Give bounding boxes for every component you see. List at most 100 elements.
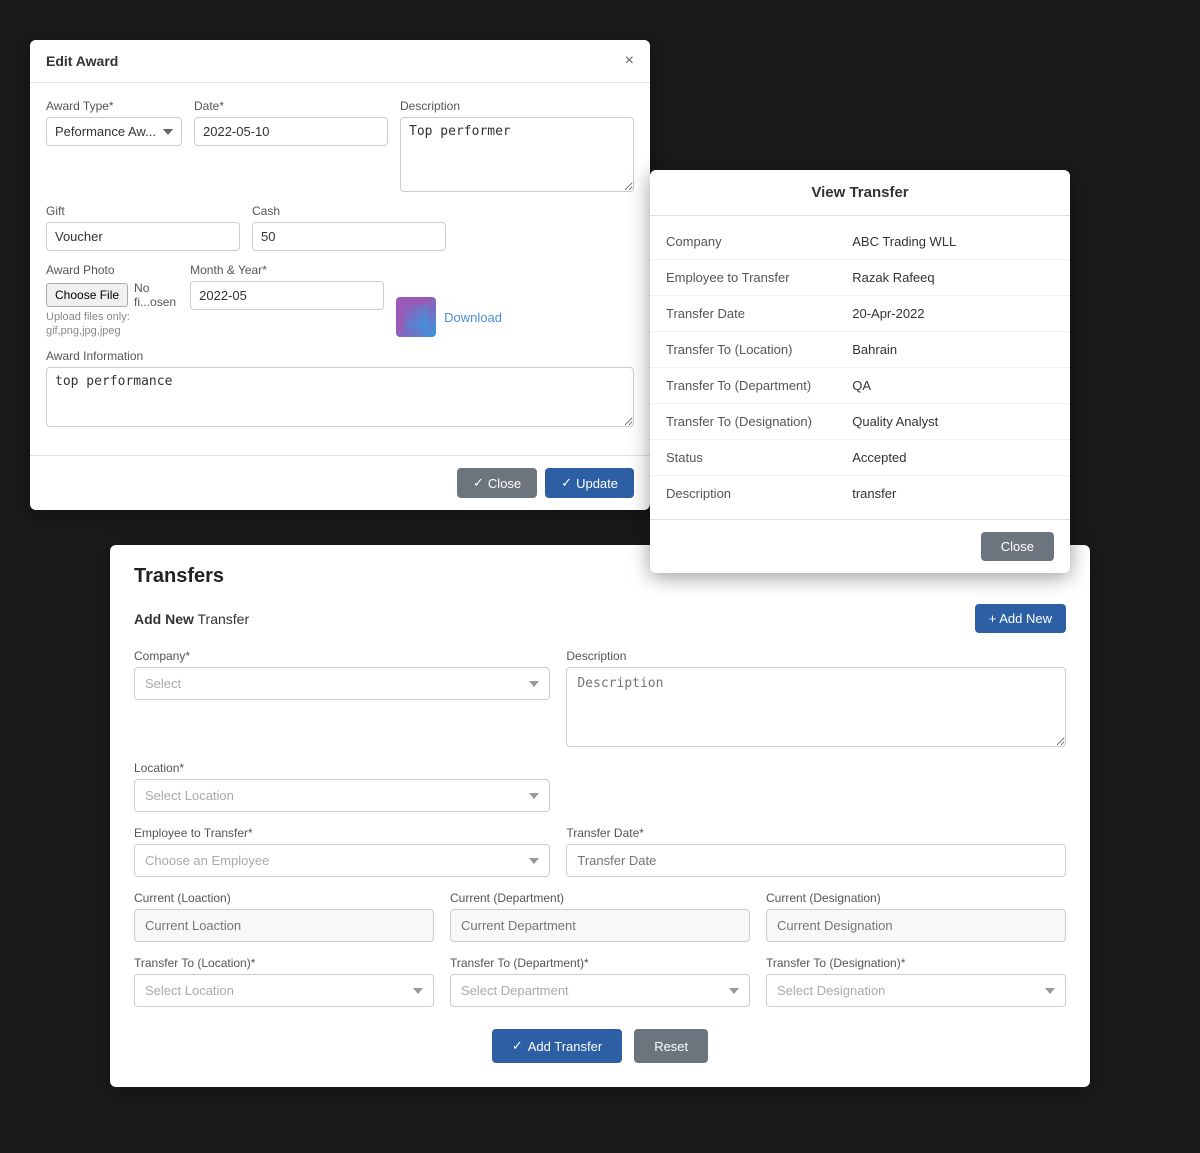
image-preview-group: Download	[396, 263, 634, 337]
view-transfer-header: View Transfer	[650, 170, 1070, 216]
upload-hint2: gif,png,jpg,jpeg	[46, 325, 178, 337]
award-desc-textarea[interactable]: Top performer	[400, 117, 634, 192]
tf-to-designation-select[interactable]: Select Designation	[766, 974, 1066, 1007]
vt-row-description: Description transfer	[650, 476, 1070, 511]
vt-value-description: transfer	[852, 486, 1054, 501]
tf-transfer-date-label: Transfer Date*	[566, 826, 1066, 840]
close-view-transfer-button[interactable]: Close	[981, 532, 1054, 561]
tf-location-label: Location*	[134, 761, 550, 775]
spacer-group	[458, 204, 634, 251]
add-new-bold: Add New	[134, 611, 194, 627]
tf-transfer-date-group: Transfer Date*	[566, 826, 1066, 877]
vt-value-designation: Quality Analyst	[852, 414, 1054, 429]
edit-award-header: Edit Award ×	[30, 40, 650, 83]
tf-employee-label: Employee to Transfer*	[134, 826, 550, 840]
update-button[interactable]: ✓ Update	[545, 468, 634, 498]
edit-award-body: Award Type* Peformance Aw... Date* Descr…	[30, 83, 650, 455]
month-year-input[interactable]	[190, 281, 384, 310]
vt-value-status: Accepted	[852, 450, 1054, 465]
vt-value-location: Bahrain	[852, 342, 1054, 357]
award-desc-label: Description	[400, 99, 634, 113]
gift-label: Gift	[46, 204, 240, 218]
vt-row-location: Transfer To (Location) Bahrain	[650, 332, 1070, 368]
award-info-textarea[interactable]: top performance	[46, 367, 634, 427]
vt-label-status: Status	[666, 450, 852, 465]
tf-company-group: Company* Select	[134, 649, 550, 747]
tf-row-transfer-to: Transfer To (Location)* Select Location …	[134, 956, 1066, 1007]
choose-file-button[interactable]: Choose File	[46, 283, 128, 307]
tf-to-location-label: Transfer To (Location)*	[134, 956, 434, 970]
award-info-label: Award Information	[46, 349, 634, 363]
add-transfer-label: Add Transfer	[528, 1039, 602, 1054]
tf-current-location-group: Current (Loaction)	[134, 891, 434, 942]
update-checkmark-icon: ✓	[561, 475, 572, 491]
award-description-group: Description Top performer	[400, 99, 634, 192]
award-row-1: Award Type* Peformance Aw... Date* Descr…	[46, 99, 634, 192]
vt-label-employee: Employee to Transfer	[666, 270, 852, 285]
add-new-header: Add New Transfer + Add New	[134, 604, 1066, 633]
tf-current-designation-input	[766, 909, 1066, 942]
vt-value-employee: Razak Rafeeq	[852, 270, 1054, 285]
tf-row-location-spacer	[566, 761, 1066, 812]
download-link[interactable]: Download	[444, 310, 502, 325]
tf-row-current: Current (Loaction) Current (Department) …	[134, 891, 1066, 942]
tf-description-textarea[interactable]	[566, 667, 1066, 747]
award-photo-label: Award Photo	[46, 263, 178, 277]
tf-row-employee-date: Employee to Transfer* Choose an Employee…	[134, 826, 1066, 877]
tf-to-designation-group: Transfer To (Designation)* Select Design…	[766, 956, 1066, 1007]
vt-row-employee: Employee to Transfer Razak Rafeeq	[650, 260, 1070, 296]
file-name-label: No fi...osen	[134, 281, 178, 309]
transfers-form: Company* Select Description Location* Se…	[134, 649, 1066, 1063]
cash-input[interactable]	[252, 222, 446, 251]
tf-location-select[interactable]: Select Location	[134, 779, 550, 812]
view-transfer-footer: Close	[650, 519, 1070, 573]
tf-to-designation-label: Transfer To (Designation)*	[766, 956, 1066, 970]
tf-company-select[interactable]: Select	[134, 667, 550, 700]
tf-current-designation-label: Current (Designation)	[766, 891, 1066, 905]
vt-row-department: Transfer To (Department) QA	[650, 368, 1070, 404]
reset-button[interactable]: Reset	[634, 1029, 708, 1063]
award-date-input[interactable]	[194, 117, 388, 146]
tf-current-department-label: Current (Department)	[450, 891, 750, 905]
tf-to-location-select[interactable]: Select Location	[134, 974, 434, 1007]
tf-transfer-date-input[interactable]	[566, 844, 1066, 877]
tf-row-company-desc: Company* Select Description	[134, 649, 1066, 747]
close-checkmark-icon: ✓	[473, 475, 484, 491]
form-actions: Add Transfer Reset	[134, 1029, 1066, 1063]
award-row-3: Award Photo Choose File No fi...osen Upl…	[46, 263, 634, 337]
file-input-wrapper: Choose File No fi...osen	[46, 281, 178, 309]
edit-award-modal: Edit Award × Award Type* Peformance Aw..…	[30, 40, 650, 510]
tf-employee-select[interactable]: Choose an Employee	[134, 844, 550, 877]
tf-employee-group: Employee to Transfer* Choose an Employee	[134, 826, 550, 877]
vt-label-location: Transfer To (Location)	[666, 342, 852, 357]
month-year-label: Month & Year*	[190, 263, 384, 277]
award-type-select[interactable]: Peformance Aw...	[46, 117, 182, 146]
vt-label-department: Transfer To (Department)	[666, 378, 852, 393]
tf-company-label: Company*	[134, 649, 550, 663]
tf-to-department-group: Transfer To (Department)* Select Departm…	[450, 956, 750, 1007]
vt-value-company: ABC Trading WLL	[852, 234, 1054, 249]
edit-award-footer: ✓ Close ✓ Update	[30, 455, 650, 510]
tf-current-location-label: Current (Loaction)	[134, 891, 434, 905]
add-new-label: Add New Transfer	[134, 611, 249, 627]
tf-current-department-group: Current (Department)	[450, 891, 750, 942]
add-transfer-button[interactable]: Add Transfer	[492, 1029, 622, 1063]
add-transfer-check-icon	[512, 1038, 523, 1054]
close-modal-button[interactable]: ✓ Close	[457, 468, 537, 498]
award-type-group: Award Type* Peformance Aw...	[46, 99, 182, 192]
award-image-preview	[396, 297, 436, 337]
cash-label: Cash	[252, 204, 446, 218]
edit-award-close-icon[interactable]: ×	[625, 52, 634, 70]
vt-row-designation: Transfer To (Designation) Quality Analys…	[650, 404, 1070, 440]
tf-current-department-input	[450, 909, 750, 942]
add-new-button[interactable]: + Add New	[975, 604, 1066, 633]
vt-row-status: Status Accepted	[650, 440, 1070, 476]
tf-current-designation-group: Current (Designation)	[766, 891, 1066, 942]
award-photo-group: Award Photo Choose File No fi...osen Upl…	[46, 263, 178, 337]
gift-input[interactable]	[46, 222, 240, 251]
award-type-label: Award Type*	[46, 99, 182, 113]
tf-location-group: Location* Select Location	[134, 761, 550, 812]
tf-to-department-label: Transfer To (Department)*	[450, 956, 750, 970]
tf-to-department-select[interactable]: Select Department	[450, 974, 750, 1007]
view-transfer-modal: View Transfer Company ABC Trading WLL Em…	[650, 170, 1070, 573]
